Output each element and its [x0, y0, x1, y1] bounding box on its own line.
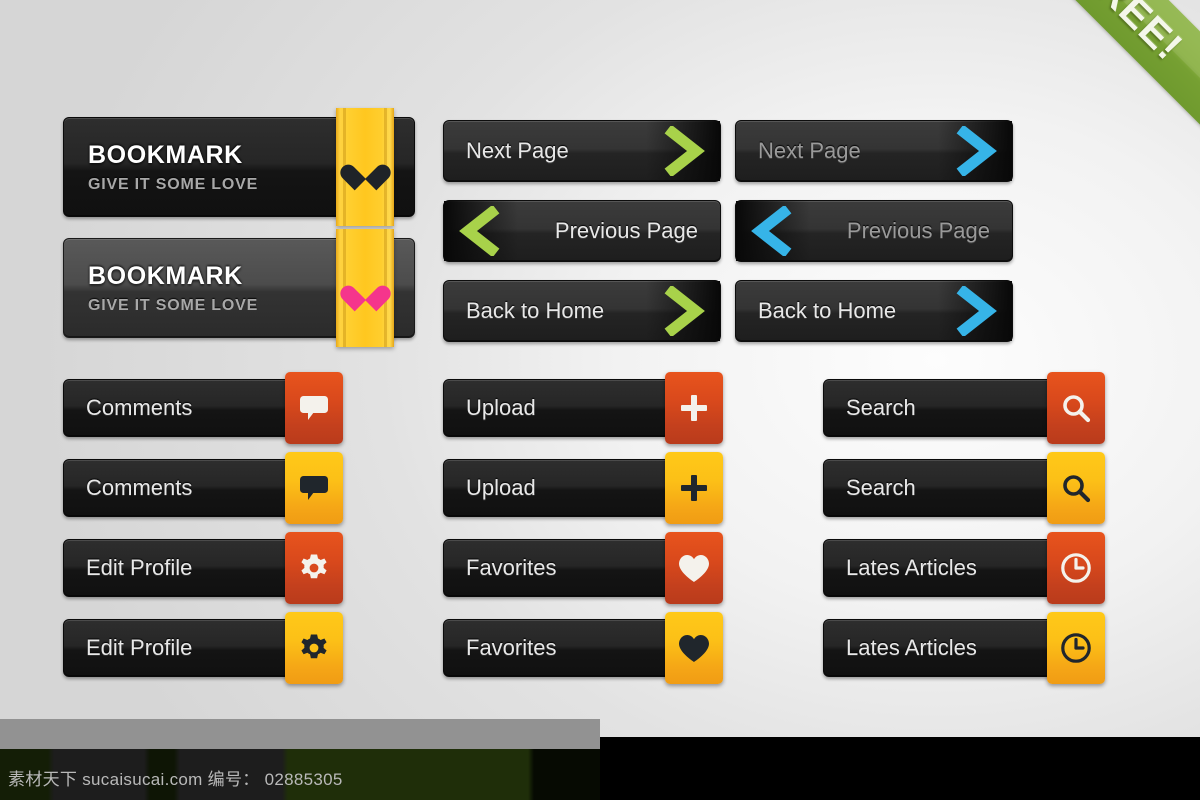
- icon-tab-search-red[interactable]: [1047, 372, 1105, 444]
- search-icon: [1063, 475, 1091, 503]
- chevron-right-icon: [938, 121, 1012, 181]
- icon-button-search-red[interactable]: Search: [823, 379, 1085, 437]
- icon-button-lates-articles-yellow[interactable]: Lates Articles: [823, 619, 1085, 677]
- speech-bubble-icon: [300, 476, 328, 500]
- icon-button-label: Lates Articles: [846, 635, 977, 660]
- bookmark-ribbon-strip-light[interactable]: [336, 229, 394, 347]
- icon-tab-comments-yellow[interactable]: [285, 452, 343, 524]
- icon-button-lates-articles-red[interactable]: Lates Articles: [823, 539, 1085, 597]
- chevron-left-icon: [444, 201, 518, 261]
- chevron-right-icon: [646, 281, 720, 341]
- icon-tab-comments-red[interactable]: [285, 372, 343, 444]
- bookmark-subtitle: GIVE IT SOME LOVE: [88, 296, 259, 314]
- chevron-right-icon: [938, 281, 1012, 341]
- plus-icon: [681, 475, 707, 501]
- bookmark-ribbon-strip-dark[interactable]: [336, 108, 394, 226]
- clock-icon: [1061, 553, 1091, 583]
- icon-button-search-yellow[interactable]: Search: [823, 459, 1085, 517]
- nav-button-next-page-green[interactable]: Next Page: [443, 120, 721, 182]
- icon-button-upload-red[interactable]: Upload: [443, 379, 693, 437]
- chevron-left-icon: [736, 201, 810, 261]
- free-ribbon: FREE!: [990, 0, 1200, 150]
- icon-button-label: Comments: [86, 395, 193, 420]
- heart-icon: [679, 634, 709, 662]
- icon-button-comments-yellow[interactable]: Comments: [63, 459, 313, 517]
- icon-button-label: Lates Articles: [846, 555, 977, 580]
- nav-button-next-page-blue[interactable]: Next Page: [735, 120, 1013, 182]
- footer-gray-band: [0, 719, 600, 749]
- icon-tab-favorites-yellow[interactable]: [665, 612, 723, 684]
- heart-icon: [350, 154, 380, 181]
- icon-button-label: Search: [846, 475, 916, 500]
- icon-tab-edit-profile-red[interactable]: [285, 532, 343, 604]
- heart-icon: [350, 275, 380, 302]
- icon-tab-lates-articles-yellow[interactable]: [1047, 612, 1105, 684]
- icon-tab-upload-red[interactable]: [665, 372, 723, 444]
- icon-button-label: Upload: [466, 475, 536, 500]
- icon-button-favorites-red[interactable]: Favorites: [443, 539, 693, 597]
- ribbon-label: FREE!: [1071, 0, 1192, 69]
- icon-button-label: Favorites: [466, 555, 557, 580]
- nav-button-previous-page-blue[interactable]: Previous Page: [735, 200, 1013, 262]
- speech-bubble-icon: [300, 396, 328, 420]
- icon-tab-lates-articles-red[interactable]: [1047, 532, 1105, 604]
- icon-button-edit-profile-yellow[interactable]: Edit Profile: [63, 619, 313, 677]
- icon-tab-favorites-red[interactable]: [665, 532, 723, 604]
- bookmark-title: BOOKMARK: [88, 140, 243, 169]
- bookmark-subtitle: GIVE IT SOME LOVE: [88, 175, 259, 193]
- gear-icon: [301, 554, 327, 579]
- clock-icon: [1061, 633, 1091, 663]
- icon-tab-upload-yellow[interactable]: [665, 452, 723, 524]
- icon-button-label: Comments: [86, 475, 193, 500]
- nav-button-label: Next Page: [466, 138, 569, 163]
- icon-button-label: Search: [846, 395, 916, 420]
- icon-tab-edit-profile-yellow[interactable]: [285, 612, 343, 684]
- nav-button-label: Back to Home: [466, 298, 605, 323]
- icon-button-label: Upload: [466, 395, 536, 420]
- icon-button-edit-profile-red[interactable]: Edit Profile: [63, 539, 313, 597]
- icon-button-comments-red[interactable]: Comments: [63, 379, 313, 437]
- icon-button-upload-yellow[interactable]: Upload: [443, 459, 693, 517]
- nav-button-back-to-home-blue[interactable]: Back to Home: [735, 280, 1013, 342]
- nav-button-back-to-home-green[interactable]: Back to Home: [443, 280, 721, 342]
- icon-button-label: Edit Profile: [86, 635, 193, 660]
- icon-tab-search-yellow[interactable]: [1047, 452, 1105, 524]
- plus-icon: [681, 395, 707, 421]
- chevron-right-icon: [646, 121, 720, 181]
- canvas: FREE! BOOKMARK GIVE IT SOME LOVE BOOKMAR…: [0, 0, 1200, 800]
- nav-button-label: Previous Page: [554, 218, 698, 243]
- icon-button-label: Favorites: [466, 635, 557, 660]
- nav-button-label: Next Page: [758, 138, 861, 163]
- nav-button-label: Previous Page: [846, 218, 990, 243]
- icon-button-favorites-yellow[interactable]: Favorites: [443, 619, 693, 677]
- heart-icon: [679, 554, 709, 582]
- bookmark-title: BOOKMARK: [88, 261, 243, 290]
- search-icon: [1063, 395, 1091, 423]
- nav-button-previous-page-green[interactable]: Previous Page: [443, 200, 721, 262]
- nav-button-label: Back to Home: [758, 298, 897, 323]
- footer-black-band: [600, 737, 1200, 800]
- icon-button-label: Edit Profile: [86, 555, 193, 580]
- watermark-text: 素材天下 sucaisucai.com 编号： 02885305: [8, 770, 343, 789]
- gear-icon: [301, 634, 327, 659]
